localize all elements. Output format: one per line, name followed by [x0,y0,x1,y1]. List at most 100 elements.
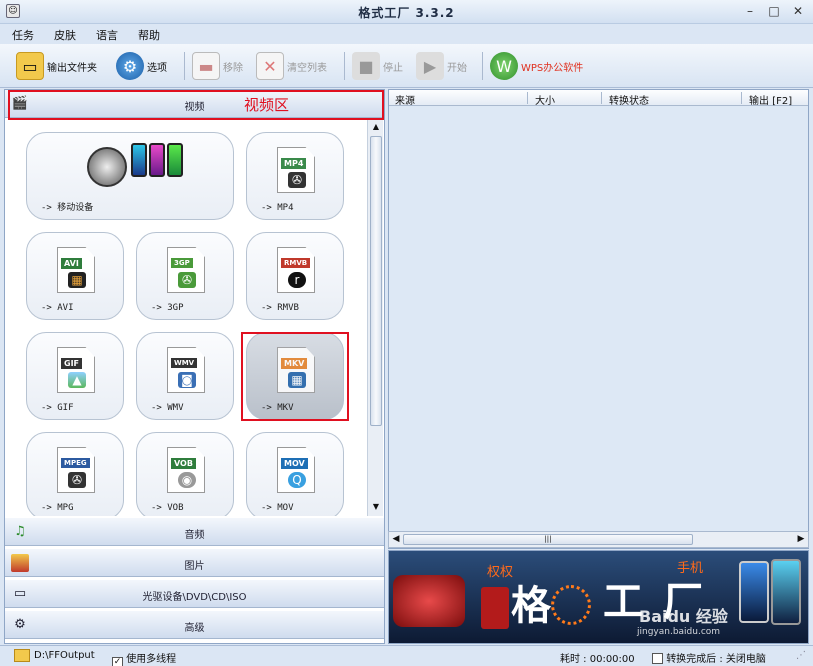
quicktime-glyph: Q [288,472,306,488]
task-list[interactable]: 来源 大小 转换状态 输出 [F2] [388,89,809,549]
wps-icon: W [490,52,518,80]
multithread-option[interactable]: ✓ 使用多线程 [112,650,176,666]
resize-grip-icon[interactable]: ⋰ [796,650,806,661]
format-badge: AVI [61,258,82,269]
output-path[interactable]: D:\FFOutput [34,650,95,661]
scrollbar-thumb[interactable] [370,136,382,426]
tile-gif[interactable]: GIF ▲ -> GIF [26,332,124,420]
options-button[interactable]: ⚙ 选项 [116,50,167,82]
vob-file-icon: VOB ◉ [167,447,205,493]
gif-file-icon: GIF ▲ [57,347,95,393]
tile-mp4[interactable]: MP4 ✇ -> MP4 [246,132,344,220]
options-label: 选项 [147,62,167,74]
tile-vob[interactable]: VOB ◉ -> VOB [136,432,234,516]
tiles-scrollbar[interactable]: ▲ ▼ [367,120,383,516]
toolbar-separator [482,52,483,80]
multithread-checkbox[interactable]: ✓ [112,657,123,666]
close-button[interactable]: ✕ [789,4,807,19]
remove-button[interactable]: ▬ 移除 [192,50,243,82]
tile-rmvb[interactable]: RMVB r -> RMVB [246,232,344,320]
promo-banner[interactable]: 权权 格 工 厂 手机 Baidu 经验 jingyan.baidu.com [388,550,809,644]
video-category-header[interactable]: 🎬 视频 [5,90,384,118]
format-badge: MPEG [61,458,90,468]
reel-glyph: ✇ [68,472,86,488]
start-button[interactable]: ▶ 开始 [416,50,467,82]
clear-list-label: 清空列表 [287,62,327,74]
reel-glyph: ✇ [178,272,196,288]
multithread-label: 使用多线程 [126,654,177,665]
camera-glyph: ◙ [178,372,196,388]
start-label: 开始 [447,62,467,74]
scroll-up-icon[interactable]: ▲ [370,122,382,134]
stop-button[interactable]: ■ 停止 [352,50,403,82]
menu-skin[interactable]: 皮肤 [42,24,84,43]
image-category-header[interactable]: 图片 [5,549,384,577]
tile-label: -> MOV [261,503,294,513]
clear-list-button[interactable]: ✕ 清空列表 [256,50,327,82]
col-output[interactable]: 输出 [F2] [749,92,792,107]
after-convert-option[interactable]: 转换完成后 : 关闭电脑 [652,650,766,665]
banner-small-text: 手机 [677,561,704,576]
stop-label: 停止 [383,62,403,74]
wmv-file-icon: WMV ◙ [167,347,205,393]
toolbar: ▭ 输出文件夹 ⚙ 选项 ▬ 移除 ✕ 清空列表 ■ 停止 ▶ 开始 W WPS… [0,44,813,88]
format-badge: 3GP [171,258,193,268]
clear-icon: ✕ [256,52,284,80]
tile-label: -> MKV [261,403,294,413]
film-glyph: ▦ [288,372,306,388]
tile-label: -> RMVB [261,303,299,313]
tile-mobile[interactable]: -> 移动设备 [26,132,234,220]
format-badge: GIF [61,358,83,369]
folder-icon: ▭ [16,52,44,80]
scrollbar-thumb[interactable]: ||| [403,534,693,545]
col-source[interactable]: 来源 [395,92,415,107]
menu-help[interactable]: 帮助 [126,24,168,43]
after-convert-checkbox[interactable] [652,653,663,664]
video-tiles: -> 移动设备 MP4 ✇ -> MP4 AVI ▦ -> AVI 3GP ✇ … [5,120,367,516]
phone-icon [131,143,147,177]
rom-category-label: 光驱设备\DVD\CD\ISO [142,592,247,603]
column-divider [527,92,528,104]
tile-label: -> MP4 [261,203,294,213]
scroll-down-icon[interactable]: ▼ [370,502,382,514]
avi-file-icon: AVI ▦ [57,247,95,293]
tile-avi[interactable]: AVI ▦ -> AVI [26,232,124,320]
task-list-hscrollbar[interactable]: ◀ ||| ▶ [388,531,809,548]
menu-task[interactable]: 任务 [0,24,42,43]
audio-category-header[interactable]: ♫ 音频 [5,518,384,546]
col-status[interactable]: 转换状态 [609,92,649,107]
picture-glyph: ▲ [68,372,86,388]
scroll-right-icon[interactable]: ▶ [795,534,807,546]
video-area-annotation: 视频区 [244,96,290,114]
mpg-file-icon: MPEG ✇ [57,447,95,493]
rom-category-header[interactable]: ▭ 光驱设备\DVD\CD\ISO [5,580,384,608]
after-convert-label: 转换完成后 : 关闭电脑 [666,654,766,665]
tile-label: -> AVI [41,303,74,313]
output-folder-button[interactable]: ▭ 输出文件夹 [16,50,97,82]
maximize-button[interactable]: □ [765,4,783,19]
tile-label: -> 3GP [151,303,184,313]
tile-label: -> VOB [151,503,184,513]
scroll-left-icon[interactable]: ◀ [390,534,402,546]
status-bar: D:\FFOutput ✓ 使用多线程 耗时 : 00:00:00 转换完成后 … [0,645,813,666]
format-badge: MOV [281,458,308,469]
phone-icon [167,143,183,177]
baidu-watermark: Baidu 经验 [639,607,728,626]
elapsed-time: 耗时 : 00:00:00 [560,654,635,665]
tile-3gp[interactable]: 3GP ✇ -> 3GP [136,232,234,320]
3gp-file-icon: 3GP ✇ [167,247,205,293]
minimize-button[interactable]: – [741,4,759,19]
tile-label: -> 移动设备 [41,203,94,213]
advanced-category-header[interactable]: ⚙ 高级 [5,611,384,639]
menu-language[interactable]: 语言 [84,24,126,43]
wps-button[interactable]: W WPS办公软件 [490,50,583,82]
tile-mov[interactable]: MOV Q -> MOV [246,432,344,516]
tile-mpg[interactable]: MPEG ✇ -> MPG [26,432,124,516]
start-icon: ▶ [416,52,444,80]
col-size[interactable]: 大小 [535,92,555,107]
tile-mkv[interactable]: MKV ▦ -> MKV [246,332,344,420]
column-divider [601,92,602,104]
tile-wmv[interactable]: WMV ◙ -> WMV [136,332,234,420]
toolbar-separator [344,52,345,80]
baidu-watermark-url: jingyan.baidu.com [637,627,721,637]
